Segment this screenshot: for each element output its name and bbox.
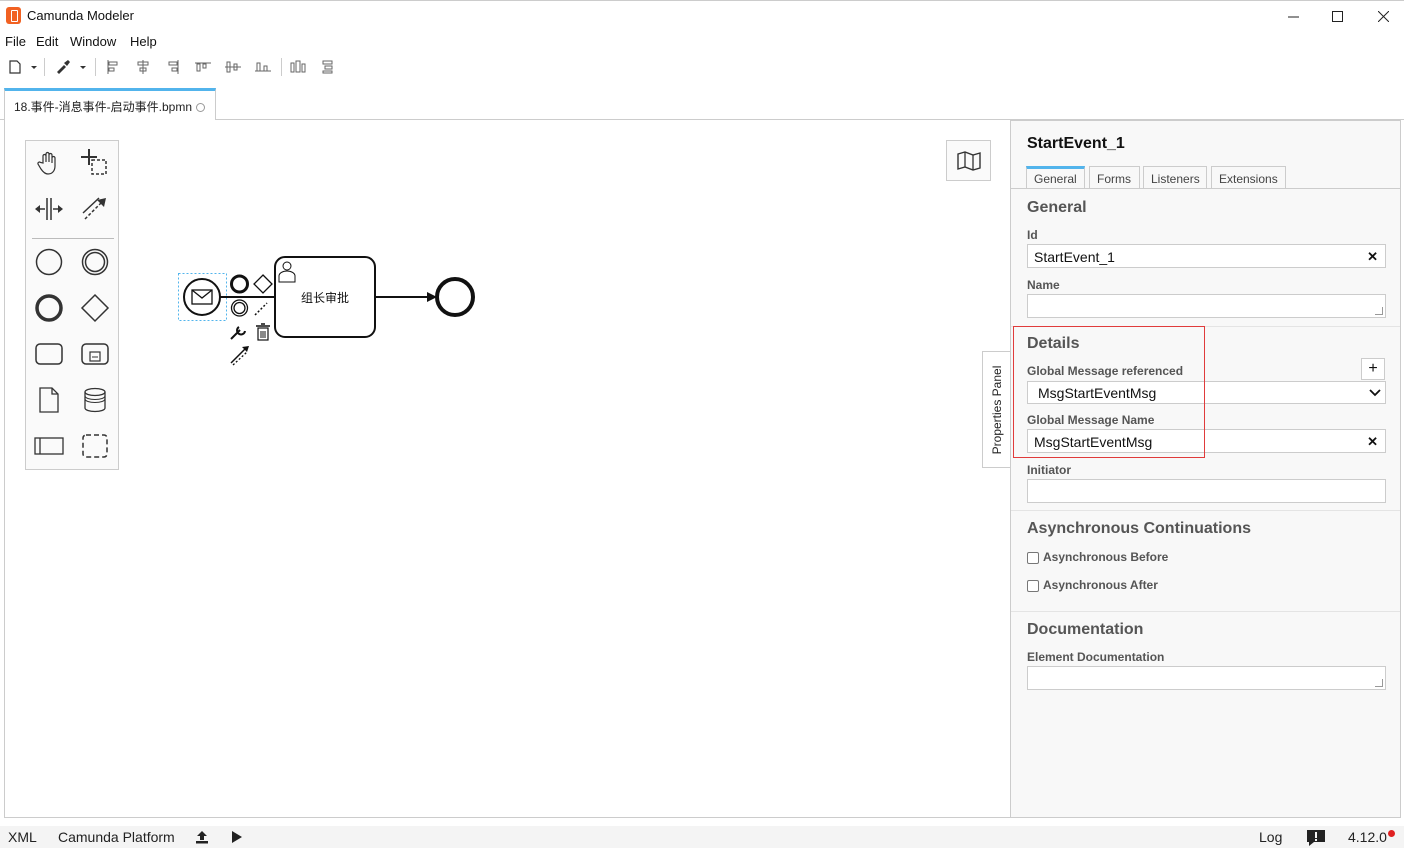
status-bar: XML Camunda Platform Log 4.12.0 bbox=[0, 826, 1404, 848]
group-general-title: General bbox=[1027, 199, 1087, 216]
toolbar bbox=[0, 53, 1404, 81]
pool-icon bbox=[34, 437, 64, 455]
data-object-icon bbox=[39, 387, 59, 413]
chevron-down-icon bbox=[1369, 389, 1381, 397]
properties-panel-toggle[interactable]: Properties Panel bbox=[982, 351, 1011, 468]
align-middle-icon bbox=[225, 61, 241, 73]
append-end-event-icon[interactable] bbox=[230, 274, 249, 294]
create-group[interactable] bbox=[77, 428, 113, 464]
details-highlight-box bbox=[1013, 326, 1205, 458]
maximize-button[interactable] bbox=[1314, 1, 1360, 31]
create-data-store[interactable] bbox=[77, 382, 113, 418]
distribute-horizontal-icon bbox=[290, 60, 306, 73]
create-data-object[interactable] bbox=[31, 382, 67, 418]
tab-bar: 18.事件-消息事件-启动事件.bpmn bbox=[0, 86, 1404, 121]
resize-handle-icon[interactable] bbox=[1375, 307, 1383, 315]
resize-handle-icon[interactable] bbox=[1375, 679, 1383, 687]
clear-message-name-icon[interactable]: ✕ bbox=[1367, 434, 1378, 450]
tab-general[interactable]: General bbox=[1026, 166, 1085, 189]
execution-platform-button[interactable]: Camunda Platform bbox=[58, 829, 175, 845]
connect-icon[interactable] bbox=[230, 346, 249, 366]
initiator-input[interactable] bbox=[1027, 479, 1386, 503]
align-left-icon bbox=[107, 60, 118, 74]
version-label[interactable]: 4.12.0 bbox=[1348, 829, 1387, 845]
group-icon bbox=[82, 434, 108, 458]
distribute-vertical-icon bbox=[322, 60, 333, 74]
tab-listeners[interactable]: Listeners bbox=[1143, 166, 1207, 189]
align-top-button[interactable] bbox=[193, 57, 213, 77]
async-after-checkbox[interactable] bbox=[1027, 580, 1039, 592]
align-left-button[interactable] bbox=[104, 57, 122, 77]
async-before-label: Asynchronous Before bbox=[1043, 550, 1169, 564]
add-global-message-button[interactable]: + bbox=[1361, 358, 1385, 380]
async-before-checkbox[interactable] bbox=[1027, 552, 1039, 564]
align-bottom-icon bbox=[255, 62, 271, 72]
align-bottom-button[interactable] bbox=[253, 57, 273, 77]
map-icon bbox=[956, 150, 981, 171]
close-button[interactable] bbox=[1360, 1, 1404, 31]
name-label: Name bbox=[1027, 278, 1060, 292]
title-bar: Camunda Modeler bbox=[0, 0, 1404, 30]
color-picker-button[interactable] bbox=[54, 57, 88, 77]
minimap-toggle-button[interactable] bbox=[946, 140, 991, 181]
append-text-annotation-icon[interactable] bbox=[254, 302, 268, 316]
menu-bar: File Edit Window Help bbox=[0, 31, 1404, 51]
camunda-logo-icon bbox=[6, 7, 21, 24]
clear-id-icon[interactable]: ✕ bbox=[1367, 249, 1378, 265]
align-center-button[interactable] bbox=[134, 57, 152, 77]
align-right-button[interactable] bbox=[164, 57, 182, 77]
group-async-title: Asynchronous Continuations bbox=[1027, 520, 1251, 537]
menu-window[interactable]: Window bbox=[70, 34, 116, 49]
name-textarea[interactable] bbox=[1027, 294, 1386, 318]
deploy-icon[interactable] bbox=[195, 830, 209, 844]
change-type-wrench-icon[interactable] bbox=[230, 326, 246, 340]
new-file-icon bbox=[9, 60, 37, 74]
properties-panel-toggle-label: Properties Panel bbox=[990, 365, 1004, 454]
log-button[interactable]: Log bbox=[1259, 829, 1282, 845]
initiator-label: Initiator bbox=[1027, 463, 1071, 477]
align-right-icon bbox=[168, 60, 179, 74]
async-after-label: Asynchronous After bbox=[1043, 578, 1158, 592]
window-title: Camunda Modeler bbox=[27, 8, 134, 23]
end-event[interactable] bbox=[435, 277, 475, 317]
group-documentation-title: Documentation bbox=[1027, 621, 1144, 638]
start-instance-icon[interactable] bbox=[231, 830, 243, 844]
menu-edit[interactable]: Edit bbox=[36, 34, 58, 49]
menu-file[interactable]: File bbox=[5, 34, 26, 49]
update-notification-dot bbox=[1388, 830, 1395, 837]
unsaved-indicator-icon bbox=[196, 103, 206, 112]
align-center-icon bbox=[137, 60, 149, 74]
create-pool[interactable] bbox=[31, 428, 67, 464]
new-file-button[interactable] bbox=[6, 57, 38, 77]
align-top-icon bbox=[195, 62, 211, 72]
distribute-horizontal-button[interactable] bbox=[288, 57, 308, 77]
feedback-icon[interactable] bbox=[1306, 829, 1326, 846]
distribute-vertical-button[interactable] bbox=[318, 57, 338, 77]
id-input[interactable]: StartEvent_1 ✕ bbox=[1027, 244, 1386, 268]
xml-button[interactable]: XML bbox=[8, 829, 37, 845]
menu-help[interactable]: Help bbox=[130, 34, 157, 49]
align-middle-button[interactable] bbox=[223, 57, 243, 77]
file-tab[interactable]: 18.事件-消息事件-启动事件.bpmn bbox=[4, 88, 216, 121]
bpmn-diagram bbox=[178, 256, 475, 366]
minimize-button[interactable] bbox=[1270, 1, 1316, 31]
data-store-icon bbox=[84, 387, 106, 413]
context-pad bbox=[230, 274, 273, 366]
tab-forms[interactable]: Forms bbox=[1089, 166, 1140, 189]
element-documentation-textarea[interactable] bbox=[1027, 666, 1386, 690]
id-input-value: StartEvent_1 bbox=[1034, 249, 1115, 265]
bpmn-canvas[interactable]: 组长审批 bbox=[4, 120, 1010, 818]
paint-brush-icon bbox=[57, 60, 86, 74]
file-tab-label: 18.事件-消息事件-启动事件.bpmn bbox=[14, 100, 193, 114]
message-start-event[interactable] bbox=[183, 278, 221, 316]
delete-trash-icon[interactable] bbox=[256, 323, 270, 341]
task-label: 组长审批 bbox=[300, 291, 349, 305]
tab-extensions[interactable]: Extensions bbox=[1211, 166, 1286, 189]
append-gateway-icon[interactable] bbox=[253, 274, 273, 294]
element-documentation-label: Element Documentation bbox=[1027, 650, 1165, 664]
id-label: Id bbox=[1027, 228, 1038, 242]
element-title: StartEvent_1 bbox=[1027, 135, 1125, 152]
properties-panel: StartEvent_1 General Forms Listeners Ext… bbox=[1010, 120, 1401, 818]
